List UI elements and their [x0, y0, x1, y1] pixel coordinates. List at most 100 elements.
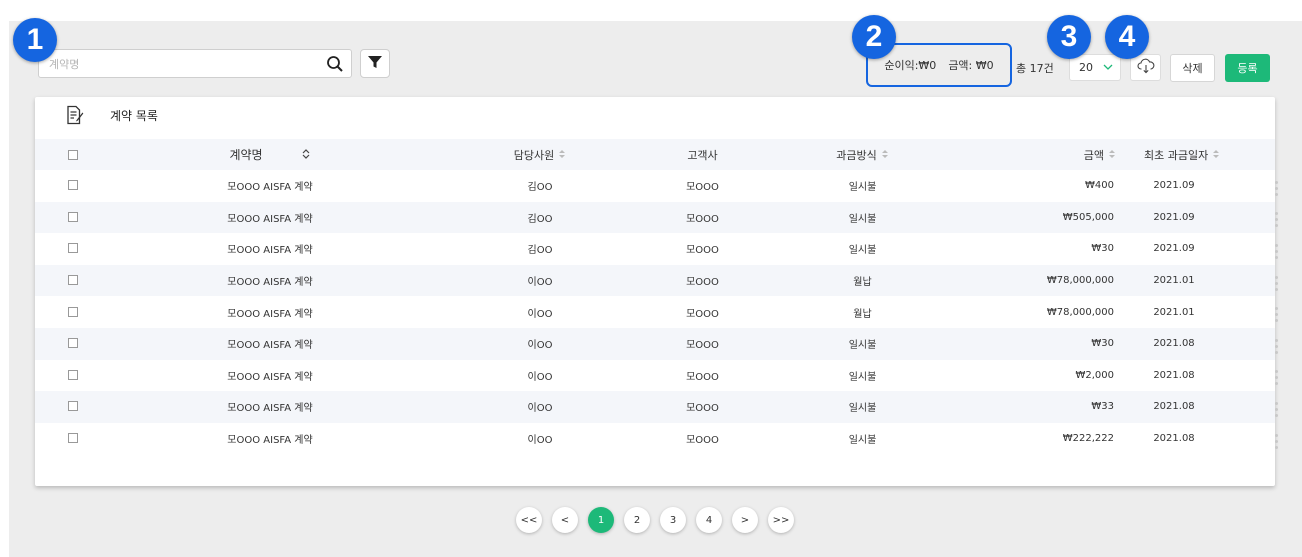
row-checkbox[interactable]	[67, 275, 78, 286]
page-prev-button[interactable]: <	[552, 507, 578, 533]
download-button[interactable]	[1130, 54, 1161, 81]
table-row[interactable]: 모OOO AISFA 계약 이OO 모OOO 월납 ₩78,000,000 2021.01	[35, 264, 1278, 297]
filter-button[interactable]	[360, 49, 390, 78]
more-options-icon[interactable]	[1275, 338, 1278, 354]
manager-cell: 이OO	[430, 391, 650, 423]
amount-cell: ₩505,000	[970, 201, 1120, 234]
table-row[interactable]: 모OOO AISFA 계약 김OO 모OOO 일시불 ₩505,000 2021.09	[35, 201, 1278, 234]
row-checkbox[interactable]	[67, 211, 78, 222]
page-last-button[interactable]: >>	[768, 507, 794, 533]
row-select-cell	[35, 170, 110, 202]
first-billing-date-cell: 2021.08	[1120, 327, 1228, 360]
page-next-button[interactable]: >	[732, 507, 758, 533]
total-count: 총 17건	[1016, 62, 1054, 75]
amount-cell: ₩400	[1085, 180, 1114, 192]
sort-icon	[301, 148, 311, 163]
more-options-icon[interactable]	[1275, 243, 1278, 259]
table-row[interactable]: 모OOO AISFA 계약 이OO 모OOO 일시불 ₩33 2021.08	[35, 391, 1278, 423]
row-checkbox[interactable]	[67, 243, 78, 254]
col-header-name[interactable]: 계약명	[110, 139, 430, 170]
manager-cell: 김OO	[430, 201, 650, 234]
billing-method-cell: 일시불	[848, 435, 877, 447]
contract-name-cell[interactable]: 모OOO AISFA 계약	[110, 264, 430, 297]
more-options-icon[interactable]	[1275, 180, 1278, 196]
client-cell: 모OOO	[686, 371, 719, 383]
table-row[interactable]: 모OOO AISFA 계약 이OO 모OOO 일시불 ₩30 2021.08	[35, 327, 1278, 360]
contract-name-cell[interactable]: 모OOO AISFA 계약	[110, 233, 430, 265]
table-row[interactable]: 모OOO AISFA 계약 김OO 모OOO 일시불 ₩400 2021.09	[35, 170, 1278, 202]
page-first-button[interactable]: <<	[516, 507, 542, 533]
search-icon[interactable]	[326, 55, 344, 73]
row-checkbox[interactable]	[67, 306, 78, 317]
page-button-4[interactable]: 4	[696, 507, 722, 533]
col-label: 최초 과금일자	[1144, 148, 1209, 162]
row-checkbox[interactable]	[67, 369, 78, 380]
sort-icon	[881, 149, 889, 162]
col-header-billing[interactable]: 과금방식	[755, 139, 970, 170]
sort-icon	[558, 149, 566, 162]
table-row[interactable]: 모OOO AISFA 계약 이OO 모OOO 일시불 ₩222,222 2021.08	[35, 423, 1278, 455]
row-checkbox[interactable]	[67, 401, 78, 412]
page-size-select[interactable]: 20	[1069, 54, 1121, 81]
contract-name-cell[interactable]: 모OOO AISFA 계약	[110, 201, 430, 234]
billing-method-cell: 일시불	[848, 182, 877, 194]
marker-2: 2	[852, 15, 896, 59]
spacer-cell	[1228, 360, 1275, 392]
spacer-cell	[1228, 391, 1275, 423]
contract-name-cell[interactable]: 모OOO AISFA 계약	[110, 391, 430, 423]
amount-cell: ₩2,000	[1075, 369, 1114, 381]
amount-cell: ₩30	[1091, 243, 1114, 255]
spacer-cell	[1228, 327, 1275, 360]
col-header-manager[interactable]: 담당사원	[430, 139, 650, 170]
contract-name-cell[interactable]: 모OOO AISFA 계약	[110, 296, 430, 328]
manager-cell: 김OO	[527, 245, 553, 257]
client-cell: 모OOO	[686, 435, 719, 447]
col-header-first-billing[interactable]: 최초 과금일자	[1120, 139, 1228, 170]
spacer-cell	[1228, 296, 1275, 328]
select-all-checkbox[interactable]	[67, 150, 78, 160]
search-input[interactable]	[49, 54, 319, 74]
contract-name-cell[interactable]: 모OOO AISFA 계약	[110, 360, 430, 392]
page-button-1[interactable]: 1	[588, 507, 614, 533]
row-checkbox[interactable]	[67, 433, 78, 444]
row-select-cell	[35, 264, 110, 297]
row-checkbox[interactable]	[67, 180, 78, 191]
client-cell: 모OOO	[686, 308, 719, 320]
manager-cell: 이OO	[527, 435, 553, 447]
row-select-cell	[35, 423, 110, 455]
table-row[interactable]: 모OOO AISFA 계약 이OO 모OOO 일시불 ₩2,000 2021.08	[35, 360, 1278, 392]
more-options-icon[interactable]	[1275, 370, 1278, 386]
more-options-icon[interactable]	[1275, 212, 1278, 228]
col-header-client: 고객사	[650, 139, 755, 170]
search-box	[38, 49, 352, 78]
col-label: 고객사	[687, 148, 718, 162]
delete-button[interactable]: 삭제	[1170, 54, 1215, 82]
more-options-icon[interactable]	[1275, 433, 1278, 449]
card-title: 계약 목록	[110, 109, 158, 123]
spacer-cell	[1228, 264, 1275, 297]
row-select-cell	[35, 360, 110, 392]
more-options-icon[interactable]	[1275, 275, 1278, 291]
contract-name-cell[interactable]: 모OOO AISFA 계약	[110, 170, 430, 202]
page-button-2[interactable]: 2	[624, 507, 650, 533]
table-row[interactable]: 모OOO AISFA 계약 이OO 모OOO 월납 ₩78,000,000 2021.01	[35, 296, 1278, 328]
row-select-cell	[35, 391, 110, 423]
row-checkbox[interactable]	[67, 338, 78, 349]
table-row[interactable]: 모OOO AISFA 계약 김OO 모OOO 일시불 ₩30 2021.09	[35, 233, 1278, 265]
more-options-icon[interactable]	[1275, 307, 1278, 323]
page-button-3[interactable]: 3	[660, 507, 686, 533]
document-edit-icon	[65, 105, 85, 125]
client-cell: 모OOO	[686, 182, 719, 194]
amount-cell: ₩33	[970, 391, 1120, 423]
contract-name-cell[interactable]: 모OOO AISFA 계약	[110, 327, 430, 360]
manager-cell: 이OO	[430, 327, 650, 360]
manager-cell: 이OO	[527, 371, 553, 383]
more-options-icon[interactable]	[1275, 401, 1278, 417]
col-header-amount[interactable]: 금액	[970, 139, 1120, 170]
col-label: 금액	[1083, 148, 1104, 162]
pagination: << < 1 2 3 4 > >>	[516, 507, 794, 533]
marker-4: 4	[1105, 15, 1149, 59]
client-cell: 모OOO	[650, 391, 755, 423]
contract-name-cell[interactable]: 모OOO AISFA 계약	[110, 423, 430, 455]
register-button[interactable]: 등록	[1225, 54, 1270, 82]
